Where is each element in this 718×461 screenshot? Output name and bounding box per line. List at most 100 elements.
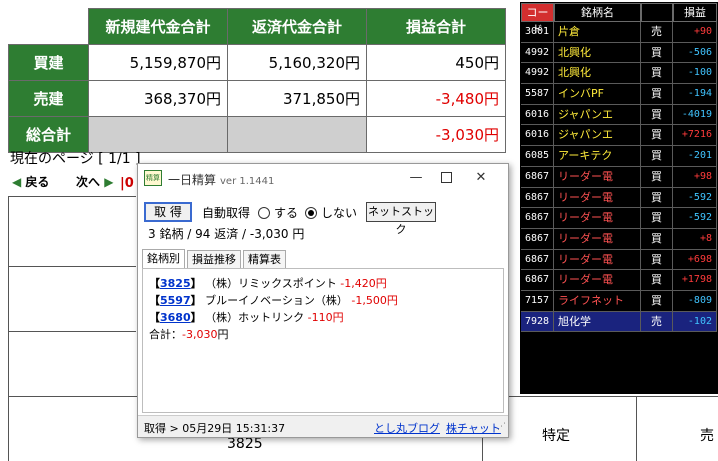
stock-panel-header: コード 銘柄名 損益: [521, 3, 717, 36]
fetch-button[interactable]: 取 得: [144, 202, 192, 222]
bg-stock-code: 3825: [227, 436, 263, 452]
stock-side: 買: [641, 146, 673, 167]
stock-pl: +8: [673, 228, 717, 250]
stock-name: リーダー電: [554, 249, 641, 271]
maximize-icon[interactable]: [433, 168, 459, 188]
stock-code-link[interactable]: 5597: [160, 294, 191, 307]
next-page-link[interactable]: 次へ ▶: [76, 173, 113, 190]
grid-line: [8, 196, 136, 197]
stock-name: リーダー電: [554, 166, 641, 188]
summary-table: 新規建代金合計 返済代金合計 損益合計 買建 5,159,870円 5,160,…: [8, 8, 506, 153]
summary-header-new: 新規建代金合計: [88, 8, 228, 45]
tab-by-stock[interactable]: 銘柄別: [142, 249, 185, 269]
stock-pl: -102: [673, 311, 717, 333]
header-pl: 損益: [673, 3, 717, 22]
stock-pl: -809: [673, 290, 717, 312]
stock-side: 売: [641, 22, 673, 43]
auto-fetch-off-radio[interactable]: しない: [305, 204, 357, 221]
summary-status: 3 銘柄 / 94 返済 / -3,030 円: [148, 227, 305, 241]
stock-row[interactable]: 6867 リーダー電買 +1798: [521, 270, 717, 291]
stock-side: 買: [641, 104, 673, 126]
stock-name: リーダー電: [554, 270, 641, 291]
summary-pl-amount: -3,480円: [366, 80, 506, 117]
stock-pl: -1,420円: [340, 277, 387, 290]
stock-code: 6867: [521, 187, 554, 209]
stock-pl: +7216: [673, 125, 717, 147]
stock-code: 6867: [521, 166, 554, 188]
status-bar: 取得 > 05月29日 15:31:37 とし丸ブログ 株チャット ⋰: [138, 415, 508, 437]
stock-row[interactable]: 6016 ジャパンエ買 +7216: [521, 125, 717, 147]
stock-name: 北興化: [554, 42, 641, 64]
stock-side: 買: [641, 166, 673, 188]
position-row: 【3680】 （株）ホットリンク -110円: [149, 311, 344, 324]
stock-name: リーダー電: [554, 208, 641, 229]
chat-link[interactable]: 株チャット: [446, 420, 501, 436]
stock-row[interactable]: 4992 北興化買 -100: [521, 63, 717, 85]
stock-pl: -592: [673, 187, 717, 209]
tab-bar: 銘柄別 損益推移 精算表: [142, 249, 288, 269]
triangle-right-icon: ▶: [104, 175, 114, 189]
stock-row[interactable]: 6016 ジャパンエ買 -4019: [521, 104, 717, 126]
stock-pl: -1,500円: [351, 294, 398, 307]
summary-header-pl: 損益合計: [366, 8, 506, 45]
stock-row[interactable]: 3001 片倉売 +90: [521, 22, 717, 43]
auto-fetch-label: 自動取得: [202, 206, 251, 220]
stock-code: 4992: [521, 42, 554, 64]
header-code: コード: [521, 3, 554, 36]
summary-row-buy: 買建 5,159,870円 5,160,320円 450円: [8, 44, 506, 81]
grid-line: [8, 196, 9, 461]
summary-close-amount: 371,850円: [227, 80, 367, 117]
stock-name: ジャパンエ: [554, 104, 641, 126]
header-side: [641, 3, 673, 22]
close-icon[interactable]: ✕: [468, 168, 494, 188]
radio-selected-icon: [305, 207, 317, 219]
summary-close-empty: [227, 116, 367, 153]
summary-new-amount: 368,370円: [88, 80, 228, 117]
stock-side: 買: [641, 187, 673, 209]
summary-pl-amount: 450円: [366, 44, 506, 81]
stock-name: リーダー電: [554, 228, 641, 250]
stock-side: 買: [641, 270, 673, 291]
prev-page-link[interactable]: ◀ 戻る: [12, 173, 49, 190]
stock-row[interactable]: 6867 リーダー電買 +698: [521, 249, 717, 271]
netstock-button[interactable]: ネットストック: [366, 202, 436, 236]
stock-row[interactable]: 6867 リーダー電買 +8: [521, 228, 717, 250]
stock-code-link[interactable]: 3825: [160, 277, 191, 290]
stock-row[interactable]: 6867 リーダー電買 -592: [521, 187, 717, 209]
fetch-timestamp: 取得 > 05月29日 15:31:37: [144, 422, 286, 435]
stock-name: ライフネット: [554, 290, 641, 312]
stock-code: 5587: [521, 84, 554, 105]
summary-row-label: 売建: [8, 80, 89, 117]
stock-row[interactable]: 6867 リーダー電買 +98: [521, 166, 717, 188]
tab-pl-trend[interactable]: 損益推移: [187, 250, 241, 269]
total-label: 合計：: [149, 328, 182, 341]
stock-row[interactable]: 5587 インバPF 買 -194: [521, 84, 717, 105]
auto-fetch-on-radio[interactable]: する: [258, 204, 298, 221]
stock-pl: +90: [673, 22, 717, 43]
stock-row[interactable]: 7157 ライフネット買 -809: [521, 290, 717, 312]
positions-panel: 【3825】 （株）リミックスポイント -1,420円 【5597】 ブルーイノ…: [142, 268, 504, 413]
stock-row[interactable]: 6085 アーキテク買 -201: [521, 146, 717, 167]
title-bar[interactable]: 精算 一日精算 ver 1.1441 — ✕: [138, 164, 508, 192]
stock-row[interactable]: 6867 リーダー電買 -592: [521, 208, 717, 229]
stock-pl: -4019: [673, 104, 717, 126]
resize-grip-icon[interactable]: ⋰: [497, 422, 506, 432]
grid-line: [8, 331, 136, 332]
app-icon: 精算: [144, 170, 162, 186]
stock-name: ジャパンエ: [554, 125, 641, 147]
stock-code: 6016: [521, 125, 554, 147]
prev-label: 戻る: [25, 175, 50, 189]
stock-code: 7157: [521, 290, 554, 312]
stock-name: （株）ホットリンク: [205, 311, 305, 324]
window-title: 一日精算 ver 1.1441: [168, 173, 275, 187]
stock-pl: +98: [673, 166, 717, 188]
minimize-icon[interactable]: —: [403, 168, 429, 188]
page-status: 現在のページ [ 1/1 ]: [10, 151, 141, 167]
stock-row[interactable]: 4992 北興化買 -506: [521, 42, 717, 64]
blog-link[interactable]: とし丸ブログ: [374, 420, 440, 436]
stock-name: インバPF: [554, 84, 641, 105]
stock-code-link[interactable]: 3680: [160, 311, 191, 324]
stock-row[interactable]: 7928 旭化学売 -102: [521, 311, 717, 333]
total-unit: 円: [217, 328, 229, 341]
tab-settlement-sheet[interactable]: 精算表: [243, 250, 286, 269]
